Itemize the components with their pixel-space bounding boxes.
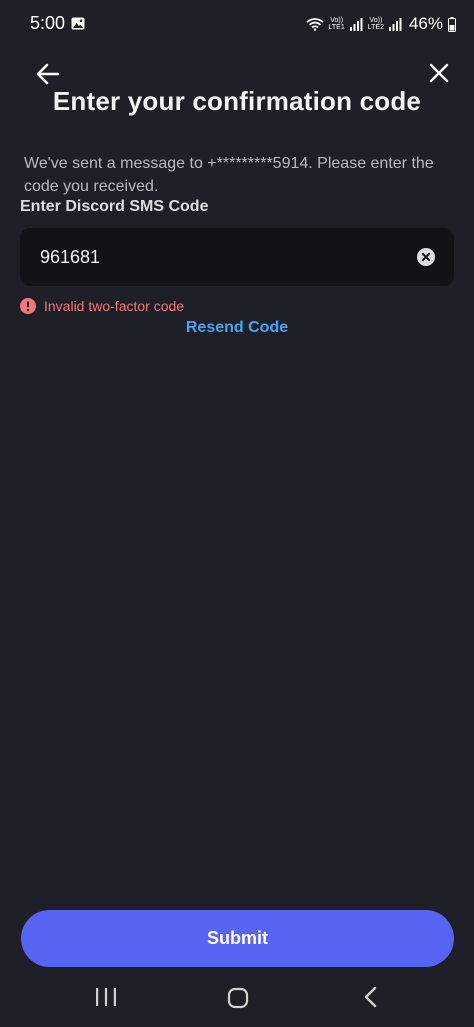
signal-sim1-icon	[349, 17, 363, 31]
error-circle-icon	[20, 298, 36, 314]
clear-circle-icon[interactable]	[417, 248, 435, 266]
resend-code-link[interactable]: Resend Code	[0, 319, 474, 337]
battery-icon	[448, 16, 456, 32]
battery-percent: 46%	[408, 14, 443, 33]
page-title: Enter your confirmation code	[52, 86, 422, 116]
confirmation-code-screen: 5:00 Vo)) LTE1 Vo)) LTE2 46% Enter your …	[0, 0, 474, 1027]
recents-icon[interactable]	[94, 986, 118, 1008]
sim1-lte-label: LTE1	[328, 24, 345, 31]
nav-back-icon[interactable]	[362, 985, 380, 1009]
home-icon[interactable]	[227, 987, 249, 1009]
close-icon[interactable]	[424, 58, 454, 88]
sim1-volte-label: Vo))	[330, 17, 344, 24]
sms-sent-description: We've sent a message to +*********5914. …	[24, 155, 434, 195]
submit-button[interactable]: Submit	[21, 910, 454, 967]
status-indicators: Vo)) LTE1 Vo)) LTE2 46%	[305, 12, 456, 36]
sim2-lte-label: LTE2	[367, 24, 384, 31]
sim2-volte-label: Vo))	[369, 17, 383, 24]
sim2-label: Vo)) LTE2	[368, 17, 384, 31]
wifi-icon	[305, 18, 324, 31]
sim1-label: Vo)) LTE1	[329, 17, 345, 31]
status-bar: 5:00 Vo)) LTE1 Vo)) LTE2 46%	[0, 0, 474, 48]
signal-sim2-icon	[388, 17, 402, 31]
error-text: Invalid two-factor code	[44, 298, 185, 314]
sms-code-value: 961681	[40, 247, 101, 267]
error-message: Invalid two-factor code	[20, 298, 184, 314]
sms-code-input[interactable]: 961681	[20, 228, 454, 286]
sms-code-label: Enter Discord SMS Code	[20, 198, 209, 215]
status-time: 5:00	[30, 13, 66, 33]
photo-notification-icon	[71, 17, 85, 30]
